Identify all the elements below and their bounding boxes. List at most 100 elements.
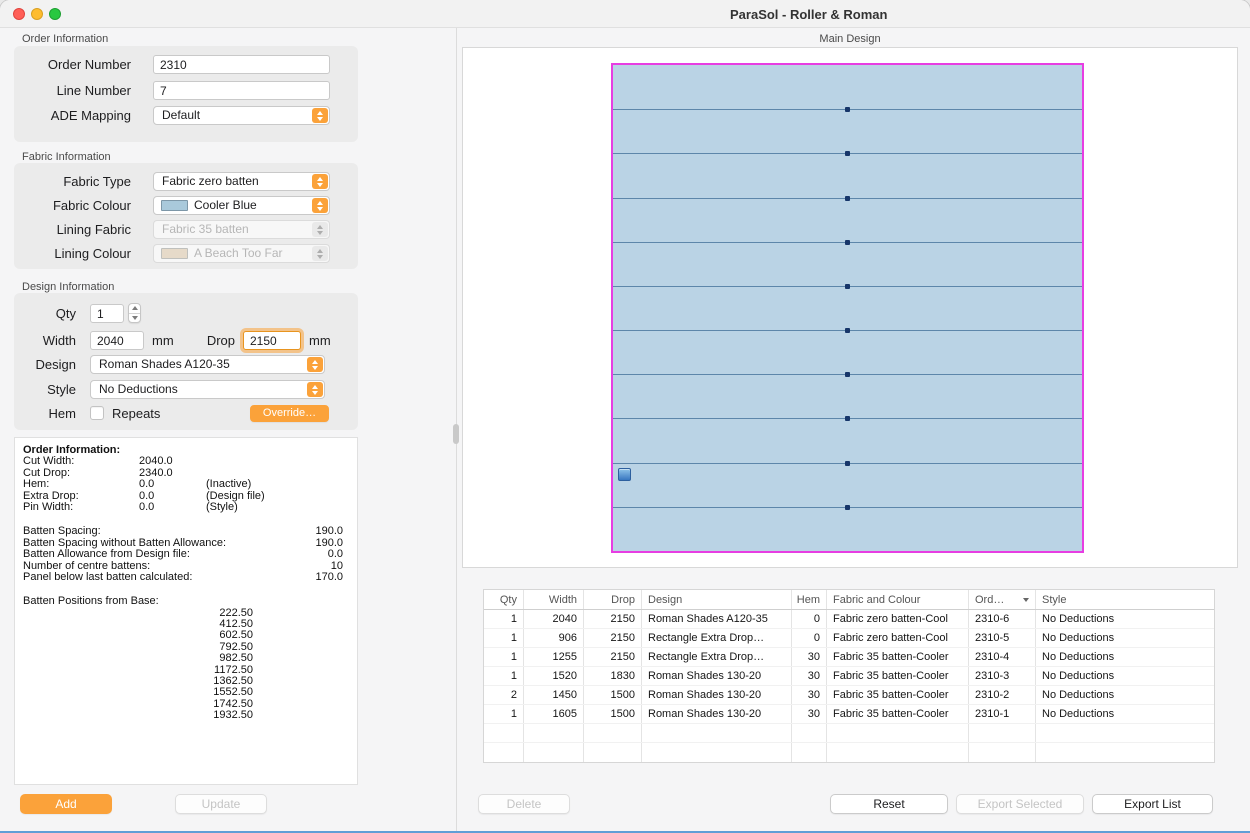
column-header-fabric-and-colour[interactable]: Fabric and Colour (827, 590, 969, 609)
qty-input[interactable] (90, 304, 124, 323)
batten-dot (845, 107, 850, 112)
column-header-qty[interactable]: Qty (484, 590, 524, 609)
table-empty-row (484, 743, 1214, 762)
fabric-colour-dropdown[interactable]: Cooler Blue (153, 196, 330, 215)
table-cell: Fabric 35 batten-Cooler (827, 648, 969, 666)
table-cell: No Deductions (1036, 705, 1214, 723)
qty-label: Qty (14, 304, 76, 323)
table-cell: 2310-3 (969, 667, 1036, 685)
table-empty-row (484, 724, 1214, 743)
width-input[interactable] (90, 331, 144, 350)
table-cell: 1 (484, 610, 524, 628)
table-row[interactable]: 120402150Roman Shades A120-350Fabric zer… (484, 610, 1214, 629)
table-cell: Rectangle Extra Drop… (642, 629, 792, 647)
zoom-window-button[interactable] (49, 8, 61, 20)
table-cell: 30 (792, 667, 827, 685)
override-button[interactable]: Override… (250, 405, 329, 422)
batten-position-row: 1552.50 (23, 687, 349, 698)
design-canvas[interactable] (462, 47, 1238, 568)
lining-colour-swatch (161, 248, 188, 259)
table-row[interactable]: 115201830Roman Shades 130-2030Fabric 35 … (484, 667, 1214, 686)
design-label: Design (14, 355, 76, 374)
batten-position-row: 792.50 (23, 642, 349, 653)
design-dropdown[interactable]: Roman Shades A120-35 (90, 355, 325, 374)
style-label: Style (14, 380, 76, 399)
dropdown-arrows-icon (312, 222, 328, 237)
summary-note: (Style) (206, 502, 238, 513)
column-header-design[interactable]: Design (642, 590, 792, 609)
table-cell: 0 (792, 629, 827, 647)
dropdown-arrows-icon (312, 198, 328, 213)
hem-checkbox[interactable] (90, 406, 104, 420)
line-number-input[interactable] (153, 81, 330, 100)
ade-mapping-dropdown[interactable]: Default (153, 106, 330, 125)
batten-position-row: 982.50 (23, 653, 349, 664)
table-cell: 906 (524, 629, 584, 647)
summary-label: Number of centre battens: (23, 560, 150, 572)
reset-button[interactable]: Reset (830, 794, 948, 814)
export-list-button[interactable]: Export List (1092, 794, 1213, 814)
table-cell: Roman Shades 130-20 (642, 686, 792, 704)
add-button[interactable]: Add (20, 794, 112, 814)
table-cell: 30 (792, 705, 827, 723)
batten-dot (845, 240, 850, 245)
table-cell: No Deductions (1036, 667, 1214, 685)
summary-label: Batten Spacing: (23, 525, 101, 537)
batten-dot (845, 151, 850, 156)
ade-mapping-label: ADE Mapping (14, 106, 131, 125)
summary-row: Cut Width:2040.0 (23, 456, 349, 467)
table-cell: 1450 (524, 686, 584, 704)
table-cell (969, 724, 1036, 742)
column-header-width[interactable]: Width (524, 590, 584, 609)
column-header-style[interactable]: Style (1036, 590, 1214, 609)
summary-row: Pin Width:0.0(Style) (23, 502, 349, 513)
table-row[interactable]: 116051500Roman Shades 130-2030Fabric 35 … (484, 705, 1214, 724)
ade-mapping-value: Default (162, 107, 200, 124)
minimize-window-button[interactable] (31, 8, 43, 20)
batten-position-row: 1172.50 (23, 665, 349, 676)
summary-label: Batten Spacing without Batten Allowance: (23, 537, 226, 549)
summary-label: Cut Drop: (23, 467, 70, 479)
column-header-ord-[interactable]: Ord… (969, 590, 1036, 609)
summary-value: 0.0 (139, 479, 154, 490)
table-row[interactable]: 112552150Rectangle Extra Drop…30Fabric 3… (484, 648, 1214, 667)
dropdown-arrows-icon (312, 246, 328, 261)
table-cell: Roman Shades 130-20 (642, 705, 792, 723)
column-header-label: Qty (500, 590, 517, 609)
column-header-label: Width (549, 590, 577, 609)
fabric-type-dropdown[interactable]: Fabric zero batten (153, 172, 330, 191)
design-shape[interactable] (611, 63, 1084, 553)
order-number-input[interactable] (153, 55, 330, 74)
table-cell: 2150 (584, 629, 642, 647)
close-window-button[interactable] (13, 8, 25, 20)
delete-button: Delete (478, 794, 570, 814)
splitter-handle[interactable] (453, 424, 459, 444)
column-header-label: Ord… (975, 590, 1004, 609)
orders-table-body: 120402150Roman Shades A120-350Fabric zer… (484, 610, 1214, 762)
drop-input[interactable] (243, 331, 301, 350)
note-icon[interactable] (618, 468, 631, 481)
qty-stepper[interactable] (128, 303, 141, 323)
table-cell: 2310-2 (969, 686, 1036, 704)
stepper-down-icon[interactable] (129, 314, 140, 323)
stepper-up-icon[interactable] (129, 304, 140, 314)
width-label: Width (14, 331, 76, 350)
table-cell: 1 (484, 705, 524, 723)
table-cell (524, 724, 584, 742)
line-number-label: Line Number (14, 81, 131, 100)
table-cell (827, 724, 969, 742)
style-value: No Deductions (99, 381, 178, 398)
dropdown-arrows-icon (312, 108, 328, 123)
column-header-hem[interactable]: Hem (792, 590, 827, 609)
table-cell: 1830 (584, 667, 642, 685)
fabric-type-label: Fabric Type (14, 172, 131, 191)
column-header-drop[interactable]: Drop (584, 590, 642, 609)
sort-chevron-icon (1023, 598, 1029, 602)
table-cell (827, 743, 969, 762)
table-cell: Rectangle Extra Drop… (642, 648, 792, 666)
table-row[interactable]: 19062150Rectangle Extra Drop…0Fabric zer… (484, 629, 1214, 648)
batten-position-row: 222.50 (23, 608, 349, 619)
summary-panel: Order Information:Cut Width:2040.0Cut Dr… (14, 437, 358, 785)
style-dropdown[interactable]: No Deductions (90, 380, 325, 399)
table-row[interactable]: 214501500Roman Shades 130-2030Fabric 35 … (484, 686, 1214, 705)
